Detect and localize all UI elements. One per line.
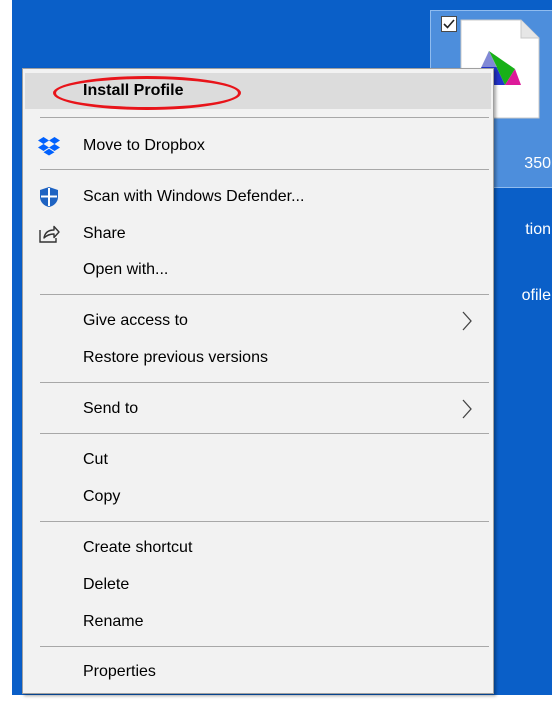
menu-item-label: Move to Dropbox — [83, 137, 205, 154]
dropbox-icon — [37, 134, 61, 158]
menu-item-install-profile[interactable]: Install Profile — [25, 73, 491, 109]
menu-item-label: Send to — [83, 400, 139, 417]
chevron-right-icon — [462, 399, 472, 419]
context-menu: Install Profile Move to Dropbox Scan wit… — [22, 68, 494, 694]
menu-item-label: Cut — [83, 451, 108, 468]
menu-item-label: Give access to — [83, 312, 188, 329]
menu-item-label: Properties — [83, 663, 156, 680]
menu-item-rename[interactable]: Rename — [25, 604, 491, 640]
menu-separator — [40, 433, 489, 434]
menu-item-share[interactable]: Share — [25, 216, 491, 252]
menu-item-label: Share — [83, 225, 126, 242]
menu-item-copy[interactable]: Copy — [25, 479, 491, 515]
menu-separator — [40, 294, 489, 295]
share-icon — [37, 222, 61, 246]
menu-separator — [40, 521, 489, 522]
menu-item-label: Create shortcut — [83, 539, 193, 556]
checkmark-icon — [443, 19, 455, 29]
menu-item-give-access[interactable]: Give access to — [25, 303, 491, 339]
menu-item-label: Scan with Windows Defender... — [83, 188, 305, 205]
chevron-right-icon — [462, 311, 472, 331]
selection-checkbox[interactable] — [441, 16, 457, 32]
menu-item-label: Restore previous versions — [83, 349, 268, 366]
menu-item-send-to[interactable]: Send to — [25, 391, 491, 427]
menu-separator — [40, 117, 489, 118]
menu-separator — [40, 169, 489, 170]
menu-item-label: Rename — [83, 613, 144, 630]
menu-item-scan-defender[interactable]: Scan with Windows Defender... — [25, 179, 491, 215]
menu-item-restore-versions[interactable]: Restore previous versions — [25, 340, 491, 376]
menu-item-properties[interactable]: Properties — [25, 654, 491, 690]
menu-item-label: Delete — [83, 576, 130, 593]
menu-item-label: Install Profile — [83, 82, 184, 99]
menu-item-label: Copy — [83, 488, 121, 505]
menu-item-open-with[interactable]: Open with... — [25, 252, 491, 288]
menu-item-create-shortcut[interactable]: Create shortcut — [25, 530, 491, 566]
menu-separator — [40, 382, 489, 383]
menu-item-label: Open with... — [83, 261, 169, 278]
menu-item-move-to-dropbox[interactable]: Move to Dropbox — [25, 128, 491, 164]
menu-separator — [40, 646, 489, 647]
windows-defender-icon — [37, 185, 61, 209]
menu-item-cut[interactable]: Cut — [25, 442, 491, 478]
menu-item-delete[interactable]: Delete — [25, 567, 491, 603]
